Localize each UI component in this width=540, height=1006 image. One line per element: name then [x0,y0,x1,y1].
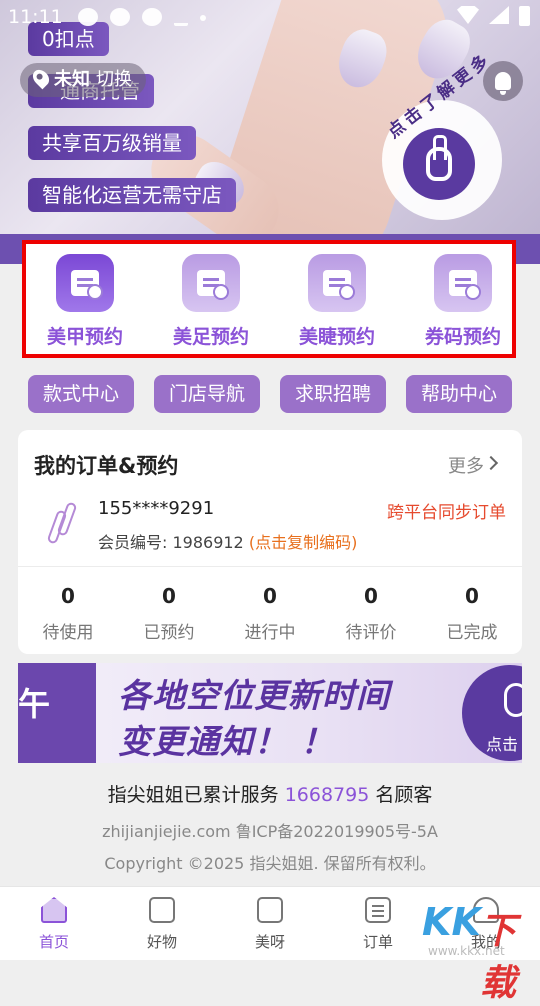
quick-link-jobs[interactable]: 求职招聘 [280,375,386,413]
booking-lash[interactable]: 美睫预约 [282,254,392,349]
stat-to-review[interactable]: 0 待评价 [321,584,421,643]
stat-label: 待使用 [42,623,94,643]
copy-member-id[interactable]: (点击复制编码) [249,533,358,552]
served-count: 指尖姐姐已累计服务 1668795 名顾客 [0,780,540,807]
stat-value: 0 [465,584,479,608]
tab-home[interactable]: 首页 [14,897,94,952]
copyright: Copyright ©2025 指尖姐姐. 保留所有权利。 [104,854,436,873]
stat-label: 待评价 [345,623,397,643]
hero-banner[interactable]: 0扣点 通商托管 共享百万级销量 智能化运营无需守店 未知 切换 点击了解更多 [0,0,540,260]
booking-panel: 美甲预约 美足预约 美睫预约 券码预约 [22,240,516,358]
location-city: 未知 [54,69,90,90]
status-bar: 11:11 [0,0,540,36]
tab-label: 美呀 [254,933,285,951]
booking-label: 美睫预约 [298,326,375,348]
status-time: 11:11 [8,6,63,28]
location-switch[interactable]: 切换 [96,63,132,97]
booking-foot[interactable]: 美足预约 [156,254,266,349]
booking-label: 券码预约 [424,326,501,348]
stat-pending-use[interactable]: 0 待使用 [18,584,118,643]
booking-label: 美足预约 [172,326,249,348]
tab-orders[interactable]: 订单 [338,897,418,952]
tab-label: 订单 [362,933,393,951]
order-list-icon [365,897,391,923]
banner-subline: 变更通知！ ！ [118,722,335,761]
member-id: 会员编号: 1986912 (点击复制编码) [98,529,357,553]
banner-cta[interactable]: 点击 [462,665,522,761]
watermark: KK 下载 www.kkx.net [422,900,540,1004]
served-suffix: 名顾客 [375,784,433,806]
tab-label: 好物 [146,933,177,951]
icp-info: zhijianjiejie.com 鲁ICP备2022019905号-5A [102,822,438,841]
member-id-label: 会员编号: 1986912 [98,533,244,552]
booking-nail[interactable]: 美甲预约 [30,254,140,349]
hero-tag-3: 共享百万级销量 [28,126,196,160]
stat-label: 已预约 [143,623,195,643]
tab-label: 首页 [38,933,69,951]
booking-coupon[interactable]: 券码预约 [408,254,518,349]
served-prefix: 指尖姐姐已累计服务 [107,784,279,806]
tab-goods[interactable]: 好物 [122,897,202,952]
promo-banner[interactable]: 午 各地空位更新时间 变更通知！ ！ 点击 [18,663,522,763]
location-selector[interactable]: 未知 切换 [20,63,146,97]
user-phone: 155****9291 [98,498,215,519]
stat-value: 0 [61,584,75,608]
orders-more-link[interactable]: 更多 [448,452,484,478]
download-icon [174,8,188,26]
orders-card: 我的订单&预约 更多 155****9291 跨平台同步订单 会员编号: 198… [18,430,522,654]
stat-booked[interactable]: 0 已预约 [119,584,219,643]
served-number: 1668795 [284,784,370,806]
hand-icon [504,683,522,717]
stat-value: 0 [162,584,176,608]
hero-tag-4: 智能化运营无需守店 [28,178,236,212]
stat-value: 0 [263,584,277,608]
stat-value: 0 [364,584,378,608]
booking-label: 美甲预约 [46,326,123,348]
banner-left-text: 午 [18,685,51,723]
stat-label: 进行中 [244,623,296,643]
nail-polish-icon [257,897,283,923]
gift-box-icon [149,897,175,923]
wechat-notif-icon [78,8,98,26]
tab-beauty[interactable]: 美呀 [230,897,310,952]
watermark-kk: KK [422,900,481,944]
banner-headline: 各地空位更新时间 [118,676,390,715]
dot-icon [200,15,206,21]
calendar-icon [434,254,492,312]
home-icon [41,897,67,923]
stat-label: 已完成 [446,623,498,643]
location-pin-icon [29,66,53,90]
sync-orders-link[interactable]: 跨平台同步订单 [387,498,506,523]
calendar-icon [182,254,240,312]
quick-link-help[interactable]: 帮助中心 [406,375,512,413]
bell-icon [495,72,511,95]
chevron-right-icon[interactable] [483,455,499,471]
stat-in-progress[interactable]: 0 进行中 [220,584,320,643]
stat-completed[interactable]: 0 已完成 [422,584,522,643]
banner-left-panel: 午 [18,663,96,763]
orders-title: 我的订单&预约 [34,454,179,478]
tap-hand-icon [426,135,452,181]
wechat-notif-icon-3 [142,8,162,26]
wifi-icon [457,6,479,24]
quick-link-styles[interactable]: 款式中心 [28,375,134,413]
calendar-icon [308,254,366,312]
battery-icon [519,6,530,26]
watermark-url: www.kkx.net [428,944,505,958]
divider [18,566,522,567]
calendar-icon [56,254,114,312]
wechat-notif-icon-2 [110,8,130,26]
avatar [40,501,84,552]
banner-cta-label: 点击 [486,735,519,754]
signal-icon [489,6,509,24]
quick-link-store-nav[interactable]: 门店导航 [154,375,260,413]
learn-more-button[interactable] [403,128,475,200]
